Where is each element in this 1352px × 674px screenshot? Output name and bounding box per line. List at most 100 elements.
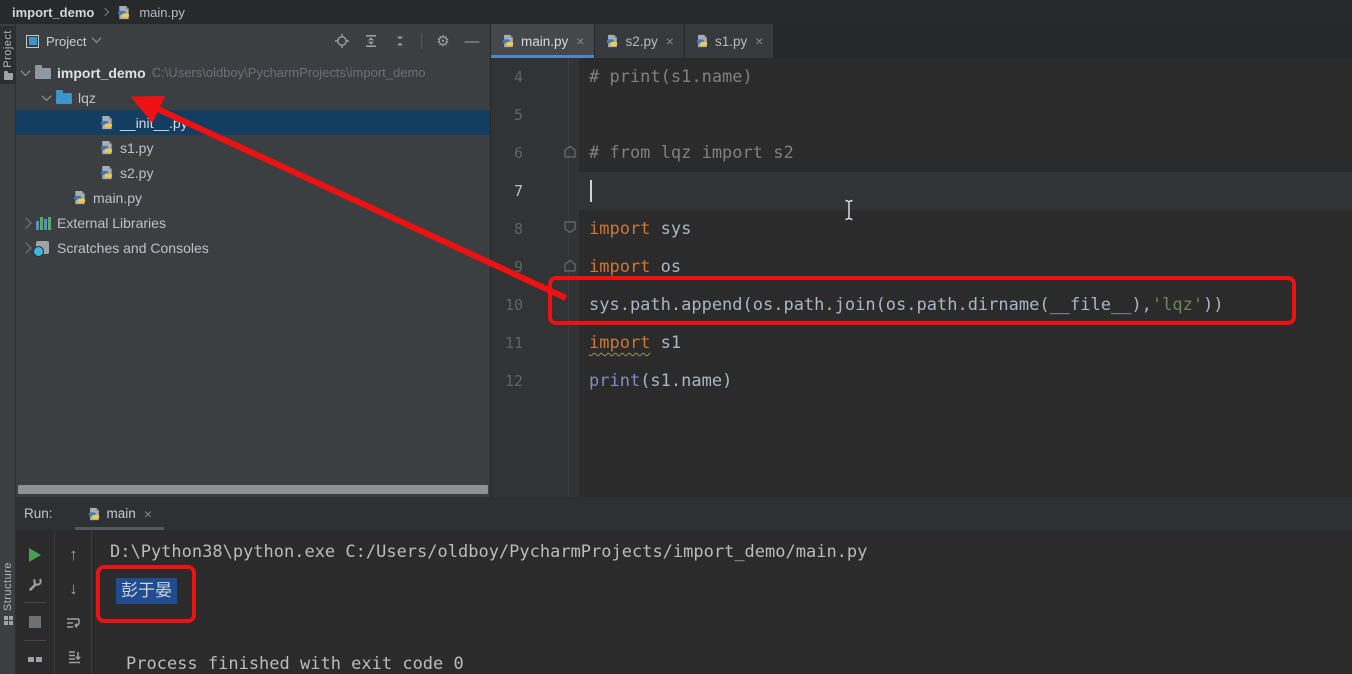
close-icon[interactable]: × bbox=[666, 33, 674, 49]
stop-button[interactable] bbox=[16, 607, 54, 636]
code-area: 4 # print(s1.name) 5 6 # from lqz import… bbox=[491, 58, 1352, 497]
python-file-icon bbox=[88, 507, 99, 520]
gutter[interactable]: 5 bbox=[491, 96, 579, 134]
tree-row-main-py[interactable]: main.py bbox=[16, 185, 490, 210]
code-text[interactable]: import sys bbox=[579, 210, 1352, 248]
scrollbar-thumb[interactable] bbox=[18, 485, 488, 494]
tree-row-s2-py[interactable]: s2.py bbox=[16, 160, 490, 185]
chevron-right-icon[interactable] bbox=[20, 241, 32, 254]
project-panel: Project ⚙ — import_demo C:\Users\oldboy\… bbox=[16, 24, 490, 497]
code-line-4: 4 # print(s1.name) bbox=[491, 58, 1352, 96]
scroll-to-end-icon[interactable] bbox=[56, 640, 91, 674]
run-tab-main[interactable]: main × bbox=[74, 497, 165, 530]
libraries-icon bbox=[36, 216, 51, 230]
toolbar-divider bbox=[24, 640, 46, 641]
tab-main-py[interactable]: main.py × bbox=[491, 24, 595, 58]
project-view-icon bbox=[26, 34, 39, 48]
code-text[interactable]: sys.path.append(os.path.join(os.path.dir… bbox=[579, 286, 1352, 324]
gutter[interactable]: 11 bbox=[491, 324, 579, 362]
stripe-tab-project[interactable]: Project bbox=[0, 26, 16, 84]
python-file-icon bbox=[100, 165, 113, 180]
code-text[interactable]: # from lqz import s2 bbox=[579, 134, 1352, 172]
tree-row-init-py[interactable]: __init__.py bbox=[16, 110, 490, 135]
close-icon[interactable]: × bbox=[576, 33, 584, 49]
code-token: import bbox=[589, 219, 651, 239]
stripe-tab-structure[interactable]: Structure bbox=[0, 562, 16, 626]
breadcrumb: import_demo main.py bbox=[0, 0, 1352, 24]
code-token: print bbox=[589, 371, 641, 391]
fold-marker-icon[interactable] bbox=[564, 221, 576, 237]
collapse-all-button[interactable] bbox=[392, 33, 408, 49]
code-text[interactable] bbox=[579, 172, 1352, 210]
horizontal-scrollbar[interactable] bbox=[18, 485, 488, 494]
code-token: # print(s1.name) bbox=[589, 67, 753, 87]
folder-icon bbox=[35, 65, 51, 79]
folder-icon bbox=[56, 90, 72, 104]
tree-row-lqz[interactable]: lqz bbox=[16, 85, 490, 110]
expand-all-button[interactable] bbox=[363, 33, 379, 49]
tree-label: Scratches and Consoles bbox=[57, 239, 209, 256]
code-token: s1 bbox=[650, 333, 682, 353]
tab-label: main.py bbox=[521, 33, 569, 49]
tab-label: s2.py bbox=[625, 33, 658, 49]
up-arrow-icon[interactable]: ↑ bbox=[56, 538, 91, 572]
toolbar-separator bbox=[421, 33, 422, 49]
console-selected-text: 彭于晏 bbox=[116, 578, 177, 604]
gutter[interactable]: 12 bbox=[491, 362, 579, 400]
toolbar-divider bbox=[24, 602, 46, 604]
chevron-down-icon[interactable] bbox=[20, 66, 31, 77]
gutter[interactable]: 4 bbox=[491, 58, 579, 96]
line-number: 5 bbox=[513, 106, 523, 124]
settings-gear-icon[interactable]: ⚙ bbox=[435, 33, 451, 50]
gutter[interactable]: 6 bbox=[491, 134, 579, 172]
tool-window-stripe: Project Structure bbox=[0, 24, 16, 674]
rerun-button[interactable] bbox=[16, 540, 54, 569]
code-text[interactable] bbox=[579, 400, 1352, 497]
run-toolbar bbox=[16, 530, 55, 674]
code-text[interactable] bbox=[579, 96, 1352, 134]
run-panel-body: ↑ ↓ D:\Python38\python.exe C:/Users/oldb… bbox=[16, 530, 1352, 674]
python-file-icon bbox=[502, 34, 514, 48]
locate-file-button[interactable] bbox=[334, 33, 350, 49]
hide-panel-button[interactable]: — bbox=[464, 33, 480, 50]
text-caret bbox=[590, 180, 592, 202]
tab-s1-py[interactable]: s1.py × bbox=[684, 24, 774, 58]
tree-row-import-demo[interactable]: import_demo C:\Users\oldboy\PycharmProje… bbox=[16, 60, 490, 85]
code-text[interactable]: import s1 bbox=[579, 324, 1352, 362]
code-text[interactable]: # print(s1.name) bbox=[579, 58, 1352, 96]
build-wrench-icon[interactable] bbox=[16, 569, 54, 598]
chevron-right-icon[interactable] bbox=[20, 216, 32, 229]
code-token: # from lqz import s2 bbox=[589, 143, 794, 163]
gutter[interactable]: 8 bbox=[491, 210, 579, 248]
python-file-icon bbox=[100, 140, 113, 155]
gutter[interactable]: 9 bbox=[491, 248, 579, 286]
close-icon[interactable]: × bbox=[144, 506, 152, 522]
breadcrumb-file[interactable]: main.py bbox=[139, 5, 185, 20]
tab-s2-py[interactable]: s2.py × bbox=[595, 24, 684, 58]
gutter[interactable]: 7 bbox=[491, 172, 579, 210]
fold-marker-icon[interactable] bbox=[564, 145, 576, 161]
pycharm-window: import_demo main.py Project Structure Pr… bbox=[0, 0, 1352, 674]
soft-wrap-icon[interactable] bbox=[56, 606, 91, 640]
tree-label: External Libraries bbox=[57, 214, 166, 231]
project-dropdown-icon[interactable] bbox=[92, 33, 102, 44]
fold-marker-icon[interactable] bbox=[564, 259, 576, 275]
breadcrumb-project[interactable]: import_demo bbox=[12, 5, 94, 20]
chevron-down-icon[interactable] bbox=[41, 91, 52, 102]
close-icon[interactable]: × bbox=[755, 33, 763, 49]
gutter[interactable]: 10 bbox=[491, 286, 579, 324]
code-token: 'lqz' bbox=[1151, 295, 1204, 315]
code-text[interactable]: import os bbox=[579, 248, 1352, 286]
restore-layout-icon[interactable] bbox=[16, 645, 54, 674]
project-panel-title[interactable]: Project bbox=[46, 34, 86, 49]
tree-row-scratches[interactable]: Scratches and Consoles bbox=[16, 235, 490, 260]
code-token: sys.path.append(os.path.join(os.path.dir… bbox=[589, 295, 1152, 315]
tree-row-external-libraries[interactable]: External Libraries bbox=[16, 210, 490, 235]
tree-row-s1-py[interactable]: s1.py bbox=[16, 135, 490, 160]
down-arrow-icon[interactable]: ↓ bbox=[56, 572, 91, 606]
console-status-line: Process finished with exit code 0 bbox=[126, 654, 464, 674]
python-file-icon bbox=[100, 115, 113, 130]
structure-tab-icon bbox=[3, 616, 13, 626]
code-text[interactable]: print (s1.name) bbox=[579, 362, 1352, 400]
code-line-6: 6 # from lqz import s2 bbox=[491, 134, 1352, 172]
